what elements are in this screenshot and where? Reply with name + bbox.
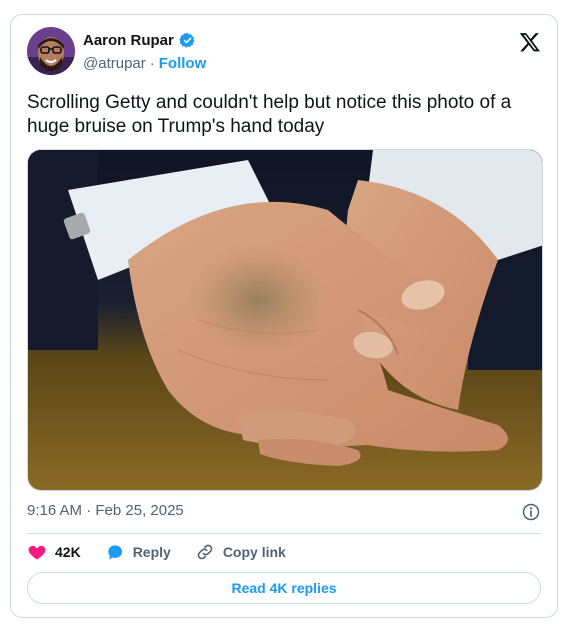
author-display-name[interactable]: Aaron Rupar xyxy=(83,32,174,49)
divider xyxy=(27,533,541,534)
read-replies-button[interactable]: Read 4K replies xyxy=(27,572,541,604)
info-icon[interactable] xyxy=(521,502,541,522)
copy-link-button[interactable]: Copy link xyxy=(195,542,286,562)
reply-bubble-icon xyxy=(108,545,122,560)
x-logo-icon[interactable] xyxy=(519,31,541,53)
tweet-timestamp[interactable]: 9:16 AM · Feb 25, 2025 xyxy=(27,502,184,519)
follow-button[interactable]: Follow xyxy=(159,55,207,72)
copy-link-label: Copy link xyxy=(222,544,286,560)
reply-button[interactable]: Reply xyxy=(105,542,171,562)
author-handle-row: @atrupar · Follow xyxy=(83,55,206,72)
action-bar: 42K Reply Copy link xyxy=(27,542,310,562)
tweet-photo[interactable] xyxy=(27,149,543,491)
avatar[interactable] xyxy=(27,27,75,75)
like-button[interactable]: 42K xyxy=(27,542,81,562)
verified-badge-icon xyxy=(179,32,196,49)
tweet-text: Scrolling Getty and couldn't help but no… xyxy=(27,92,512,137)
author-name-row: Aaron Rupar xyxy=(83,32,196,49)
heart-icon xyxy=(28,545,46,560)
author-handle[interactable]: @atrupar xyxy=(83,55,146,72)
reply-label: Reply xyxy=(132,544,171,560)
like-count: 42K xyxy=(55,544,81,560)
link-icon xyxy=(197,544,213,560)
tweet-card: Aaron Rupar @atrupar · Follow Scrolling … xyxy=(10,14,558,618)
handle-separator: · xyxy=(149,55,155,72)
